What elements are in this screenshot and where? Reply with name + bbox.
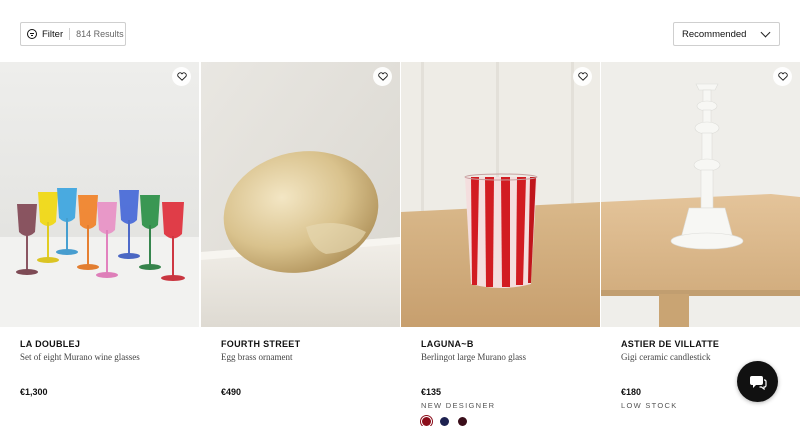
wishlist-heart-button[interactable] (172, 67, 191, 86)
product-price: €135 (421, 387, 442, 397)
product-name[interactable]: Egg brass ornament (221, 352, 292, 362)
filter-button[interactable]: Filter 814 Results (20, 22, 126, 46)
product-grid: LA DOUBLEJ Set of eight Murano wine glas… (0, 62, 800, 426)
product-card[interactable]: FOURTH STREET Egg brass ornament €490 (201, 62, 400, 424)
product-card[interactable]: LA DOUBLEJ Set of eight Murano wine glas… (0, 62, 199, 424)
color-swatch[interactable] (458, 417, 467, 426)
product-brand[interactable]: LAGUNA~B (421, 339, 474, 349)
product-name[interactable]: Set of eight Murano wine glasses (20, 352, 140, 362)
wishlist-heart-button[interactable] (373, 67, 392, 86)
chevron-down-icon (760, 27, 771, 38)
color-swatch[interactable] (422, 417, 431, 426)
product-image[interactable] (0, 62, 199, 327)
color-swatches (422, 417, 467, 426)
product-brand[interactable]: ASTIER DE VILLATTE (621, 339, 719, 349)
listing-toolbar: Filter 814 Results Recommended (0, 0, 800, 62)
low-stock-badge: LOW STOCK (621, 401, 678, 410)
heart-icon (176, 72, 187, 81)
chat-button[interactable] (737, 361, 778, 402)
chat-bubble-icon (749, 375, 767, 390)
product-image[interactable] (401, 62, 600, 327)
product-price: €1,300 (20, 387, 48, 397)
product-brand[interactable]: LA DOUBLEJ (20, 339, 80, 349)
product-name[interactable]: Gigi ceramic candlestick (621, 352, 710, 362)
heart-icon (577, 72, 588, 81)
color-swatch[interactable] (440, 417, 449, 426)
new-designer-badge: NEW DESIGNER (421, 401, 496, 410)
heart-icon (777, 72, 788, 81)
sort-dropdown[interactable]: Recommended (673, 22, 780, 46)
product-name[interactable]: Berlingot large Murano glass (421, 352, 526, 362)
product-brand[interactable]: FOURTH STREET (221, 339, 300, 349)
results-count: 814 Results (76, 29, 124, 39)
wishlist-heart-button[interactable] (573, 67, 592, 86)
product-image[interactable] (601, 62, 800, 327)
heart-icon (377, 72, 388, 81)
filter-label: Filter (42, 28, 64, 40)
product-image[interactable] (201, 62, 400, 327)
product-card[interactable]: LAGUNA~B Berlingot large Murano glass €1… (401, 62, 600, 426)
product-price: €180 (621, 387, 642, 397)
wishlist-heart-button[interactable] (773, 67, 792, 86)
sort-value: Recommended (682, 28, 747, 40)
filter-divider (69, 28, 71, 40)
product-price: €490 (221, 387, 242, 397)
filter-icon (27, 29, 37, 39)
